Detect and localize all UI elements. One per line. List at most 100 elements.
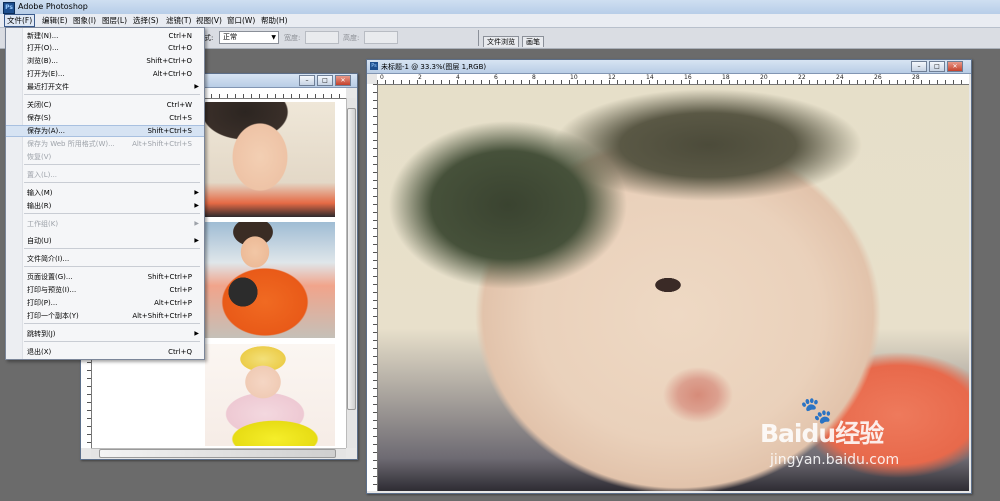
ruler-number: 14 — [646, 74, 654, 81]
file-menu-item[interactable]: 页面设置(G)... Shift+Ctrl+P — [6, 271, 204, 283]
menu-item-shortcut: Alt+Shift+Ctrl+P — [132, 312, 192, 320]
ruler-number: 22 — [798, 74, 806, 81]
file-menu-item: 工作组(K) ▶ — [6, 218, 204, 230]
palette-well-divider — [478, 30, 479, 46]
minimize-button[interactable]: – — [911, 61, 927, 72]
style-select-value: 正常 — [223, 33, 237, 41]
menu-select[interactable]: 选择(S) — [131, 15, 161, 26]
menu-item-shortcut: Ctrl+P — [169, 286, 192, 294]
menu-layer[interactable]: 图层(L) — [100, 15, 129, 26]
menu-help[interactable]: 帮助(H) — [259, 15, 290, 26]
menu-item-label: 恢复(V) — [27, 153, 52, 161]
file-menu-item[interactable]: 跳转到(J) ▶ — [6, 328, 204, 340]
style-label: 式: — [204, 34, 214, 42]
maximize-button[interactable]: □ — [929, 61, 945, 72]
ruler-number: 20 — [760, 74, 768, 81]
submenu-arrow-icon: ▶ — [194, 202, 199, 209]
height-field[interactable] — [364, 31, 398, 44]
file-menu-item[interactable]: 保存为(A)... Shift+Ctrl+S — [6, 125, 204, 137]
submenu-arrow-icon: ▶ — [194, 220, 199, 227]
file-menu-item[interactable]: 新建(N)... Ctrl+N — [6, 30, 204, 42]
menu-filter[interactable]: 滤镜(T) — [164, 15, 193, 26]
menu-view[interactable]: 视图(V) — [194, 15, 224, 26]
menu-item-label: 输入(M) — [27, 189, 53, 197]
document-icon: Ps — [370, 62, 378, 70]
file-menu-item[interactable]: 打印一个副本(Y) Alt+Shift+Ctrl+P — [6, 310, 204, 322]
menu-item-shortcut: Alt+Ctrl+P — [154, 299, 192, 307]
horizontal-ruler[interactable]: 0 2 4 6 8 10 12 14 16 18 20 22 24 26 28 — [377, 74, 969, 85]
minimize-button[interactable]: – — [299, 75, 315, 86]
palette-tab-brushes[interactable]: 画笔 — [522, 36, 544, 47]
vertical-ruler[interactable] — [367, 84, 378, 491]
main-document-title-bar[interactable]: Ps 未标题-1 @ 33.3%(图层 1,RGB) – □ ✕ — [367, 60, 971, 74]
photo-thumbnail-2 — [205, 222, 335, 338]
ruler-number: 0 — [380, 74, 384, 81]
width-label: 宽度: — [284, 34, 301, 42]
chevron-down-icon: ▼ — [271, 34, 276, 41]
menu-item-label: 打印(P)... — [27, 299, 58, 307]
height-label: 高度: — [343, 34, 360, 42]
file-menu-item[interactable]: 关闭(C) Ctrl+W — [6, 99, 204, 111]
menu-edit[interactable]: 编辑(E) — [40, 15, 70, 26]
ruler-number: 2 — [418, 74, 422, 81]
file-menu-item: 置入(L)... — [6, 169, 204, 181]
menu-item-label: 打印一个副本(Y) — [27, 312, 79, 320]
ruler-number: 6 — [494, 74, 498, 81]
file-menu-item[interactable]: 退出(X) Ctrl+Q — [6, 346, 204, 358]
menu-item-shortcut: Shift+Ctrl+O — [146, 57, 192, 65]
menu-item-label: 新建(N)... — [27, 32, 59, 40]
file-menu-item[interactable]: 打开(O)... Ctrl+O — [6, 42, 204, 54]
main-document-title: 未标题-1 @ 33.3%(图层 1,RGB) — [381, 63, 487, 71]
file-menu-item[interactable]: 输入(M) ▶ — [6, 187, 204, 199]
menu-bar: 文件(F) 编辑(E) 图象(I) 图层(L) 选择(S) 滤镜(T) 视图(V… — [0, 14, 1000, 28]
file-menu-item[interactable]: 打印与预览(I)... Ctrl+P — [6, 284, 204, 296]
file-menu-item[interactable]: 浏览(B)... Shift+Ctrl+O — [6, 55, 204, 67]
width-field[interactable] — [305, 31, 339, 44]
photoshop-app-icon: Ps — [3, 2, 15, 14]
maximize-button[interactable]: □ — [317, 75, 333, 86]
menu-window[interactable]: 窗口(W) — [225, 15, 257, 26]
submenu-arrow-icon: ▶ — [194, 330, 199, 337]
file-menu-item[interactable]: 自动(U) ▶ — [6, 235, 204, 247]
menu-image[interactable]: 图象(I) — [71, 15, 98, 26]
file-menu-item[interactable]: 打印(P)... Alt+Ctrl+P — [6, 297, 204, 309]
menu-item-label: 保存(S) — [27, 114, 51, 122]
menu-item-label: 工作组(K) — [27, 220, 59, 228]
menu-item-label: 保存为(A)... — [27, 127, 65, 135]
style-select[interactable]: 正常 ▼ — [219, 31, 279, 44]
file-menu-item[interactable]: 打开为(E)... Alt+Ctrl+O — [6, 68, 204, 80]
submenu-arrow-icon: ▶ — [194, 189, 199, 196]
menu-item-label: 退出(X) — [27, 348, 52, 356]
menu-separator — [24, 266, 200, 267]
menu-item-shortcut: Alt+Ctrl+O — [152, 70, 192, 78]
watermark-site: jingyan.baidu.com — [770, 452, 900, 468]
menu-separator — [24, 323, 200, 324]
close-button[interactable]: ✕ — [335, 75, 351, 86]
ruler-number: 24 — [836, 74, 844, 81]
vertical-scrollbar[interactable] — [346, 98, 356, 448]
menu-item-label: 最近打开文件 — [27, 83, 69, 91]
ruler-number: 4 — [456, 74, 460, 81]
file-menu-item: 保存为 Web 所用格式(W)... Alt+Shift+Ctrl+S — [6, 138, 204, 150]
file-menu-item[interactable]: 保存(S) Ctrl+S — [6, 112, 204, 124]
menu-separator — [24, 341, 200, 342]
file-menu-dropdown: 新建(N)... Ctrl+N 打开(O)... Ctrl+O 浏览(B)... Shif… — [5, 27, 205, 360]
menu-separator — [24, 182, 200, 183]
menu-item-shortcut: Alt+Shift+Ctrl+S — [132, 140, 192, 148]
menu-item-shortcut: Ctrl+O — [168, 44, 192, 52]
horizontal-scroll-thumb[interactable] — [99, 449, 336, 458]
submenu-arrow-icon: ▶ — [194, 83, 199, 90]
ruler-number: 18 — [722, 74, 730, 81]
menu-file[interactable]: 文件(F) — [4, 14, 36, 27]
file-menu-item[interactable]: 文件简介(I)... — [6, 253, 204, 265]
palette-tab-file-browser[interactable]: 文件浏览 — [483, 36, 519, 47]
baidu-watermark: 🐾 Baidu经验 jingyan.baidu.com — [760, 396, 990, 476]
horizontal-scrollbar[interactable] — [91, 448, 346, 458]
menu-item-label: 文件简介(I)... — [27, 255, 70, 263]
vertical-scroll-thumb[interactable] — [347, 108, 356, 410]
menu-item-label: 输出(R) — [27, 202, 52, 210]
file-menu-item[interactable]: 最近打开文件 ▶ — [6, 81, 204, 93]
menu-item-label: 打开为(E)... — [27, 70, 65, 78]
file-menu-item[interactable]: 输出(R) ▶ — [6, 200, 204, 212]
close-button[interactable]: ✕ — [947, 61, 963, 72]
